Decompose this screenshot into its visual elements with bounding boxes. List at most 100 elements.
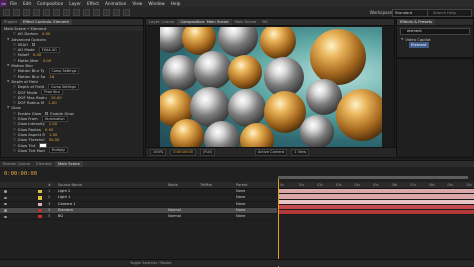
menu-bar: Ae File Edit Composition Layer Effect An… — [0, 0, 474, 7]
ruler-tick-label: 06s — [391, 183, 398, 187]
visibility-eye-icon[interactable] — [4, 202, 7, 206]
current-time-display[interactable]: 0:00:00:00 — [170, 149, 196, 156]
layer-list: 1 Light 2 None 2 Light 1 None 3 Camera 1 None 4 El… — [0, 189, 277, 221]
menu-window[interactable]: Window — [145, 1, 168, 6]
layer-parent[interactable]: None — [236, 189, 245, 194]
visibility-eye-icon[interactable] — [4, 209, 7, 212]
layer-parent[interactable]: None — [236, 214, 245, 219]
layer-name[interactable]: Light 2 — [58, 189, 70, 194]
header-source-name[interactable]: Source Name — [58, 183, 82, 187]
brush-tool-icon[interactable] — [93, 8, 100, 16]
twirl-down-icon[interactable]: ▼ — [7, 79, 9, 84]
menu-edit[interactable]: Edit — [20, 1, 34, 6]
camera-tool-icon[interactable] — [43, 8, 50, 16]
twirl-down-icon[interactable]: ▼ — [7, 37, 9, 42]
tab-main-scene[interactable]: Main Scene — [232, 19, 260, 25]
layer-parent[interactable]: None — [236, 195, 245, 200]
mask-tool-icon[interactable] — [63, 8, 70, 16]
menu-help[interactable]: Help — [168, 1, 184, 6]
stopwatch-icon[interactable]: ◷ — [13, 148, 16, 153]
ruler-tick-label: 02s — [317, 183, 323, 187]
chrome-sphere — [300, 115, 334, 147]
time-ruler[interactable]: 0s 01s 02s 03s 04s 05s 06s 07s 08s 09s 10s — [278, 182, 474, 189]
effect-controls-panel: Project Effect Controls: Element Main Sc… — [0, 18, 144, 158]
layer-number: 5 — [48, 214, 51, 219]
workspace-select[interactable]: Standard — [392, 9, 432, 17]
tab-render-queue[interactable]: Render Queue — [0, 161, 33, 167]
layer-mode[interactable]: Normal — [168, 208, 181, 213]
current-time-indicator[interactable] — [278, 179, 279, 267]
clone-tool-icon[interactable] — [103, 8, 110, 16]
label-color-chip[interactable] — [38, 215, 42, 219]
tab-layer[interactable]: Layer: (none) — [146, 19, 177, 25]
composition-canvas[interactable] — [160, 27, 382, 147]
menu-animation[interactable]: Animation — [102, 1, 129, 6]
layer-mode[interactable]: Normal — [168, 214, 181, 219]
tab-effect-controls[interactable]: Effect Controls: Element — [20, 19, 73, 25]
property-checkbox[interactable] — [45, 111, 49, 115]
visibility-eye-icon[interactable] — [4, 196, 7, 200]
property-dropdown[interactable]: Multiply — [48, 147, 69, 154]
layer-bar[interactable] — [278, 210, 474, 216]
layer-row[interactable]: 5 BG Normal None — [0, 214, 277, 221]
layer-name[interactable]: Light 1 — [58, 195, 70, 200]
menu-file[interactable]: File — [7, 1, 20, 6]
tab-effects-presets[interactable]: Effects & Presets — [397, 19, 436, 25]
rotate-tool-icon[interactable] — [33, 8, 40, 16]
timeline-timecode[interactable]: 0:00:00:00 — [4, 171, 37, 177]
text-tool-icon[interactable] — [83, 8, 90, 16]
layer-parent[interactable]: None — [236, 202, 245, 207]
search-help-input[interactable]: Search Help — [427, 9, 472, 17]
property-value[interactable]: 1.00 — [48, 100, 56, 105]
layer-name[interactable]: Element — [58, 208, 73, 213]
active-camera-select[interactable]: Active Camera — [254, 149, 288, 156]
property-value[interactable]: 50.00 — [49, 137, 60, 142]
property-value[interactable]: 16 — [49, 74, 54, 79]
chrome-sphere — [228, 89, 266, 127]
pen-tool-icon[interactable] — [73, 8, 80, 16]
property-value[interactable]: 0.00 — [43, 58, 51, 63]
selection-tool-icon[interactable] — [3, 8, 10, 16]
magnification-select[interactable]: 100% — [150, 149, 167, 156]
property-checkbox[interactable] — [32, 43, 36, 47]
effects-search-input[interactable]: element — [400, 28, 470, 35]
property-dropdown[interactable]: FXAA AO — [38, 46, 60, 53]
view-layout-select[interactable]: 1 View — [291, 149, 310, 156]
zoom-tool-icon[interactable] — [23, 8, 30, 16]
tab-bg[interactable]: BG — [259, 19, 270, 25]
resolution-select[interactable]: (Full) — [199, 149, 215, 156]
effect-property-row[interactable]: ◷ Glow Tint Mod Multiply — [1, 147, 143, 154]
ruler-tick-label: 04s — [354, 183, 361, 187]
puppet-tool-icon[interactable] — [123, 8, 130, 16]
ruler-tick-label: 01s — [298, 183, 305, 187]
header-number: # — [48, 183, 52, 187]
tab-element[interactable]: Element — [33, 161, 55, 167]
label-color-chip[interactable] — [38, 208, 42, 213]
label-color-chip[interactable] — [38, 196, 42, 200]
menu-layer[interactable]: Layer — [66, 1, 84, 6]
twirl-down-icon[interactable]: ▼ — [7, 105, 9, 110]
layer-name[interactable]: Camera 1 — [58, 202, 76, 207]
twirl-down-icon[interactable]: ▼ — [7, 63, 9, 68]
toggle-switches-modes[interactable]: Toggle Switches / Modes — [130, 261, 171, 265]
visibility-eye-icon[interactable] — [4, 190, 7, 193]
pan-behind-tool-icon[interactable] — [53, 8, 60, 16]
label-color-chip[interactable] — [38, 190, 42, 194]
effect-element-item[interactable]: Element — [409, 42, 429, 48]
tab-project[interactable]: Project — [1, 19, 20, 25]
layer-parent[interactable]: None — [236, 208, 245, 213]
eraser-tool-icon[interactable] — [113, 8, 120, 16]
tab-main-scene-timeline[interactable]: Main Scene — [54, 161, 83, 167]
work-area-bar[interactable] — [278, 176, 468, 179]
tab-composition[interactable]: Composition: Main Scene — [177, 19, 232, 25]
menu-view[interactable]: View — [129, 1, 145, 6]
ruler-tick-label: 05s — [373, 183, 379, 187]
layer-name[interactable]: BG — [58, 214, 63, 219]
twirl-down-icon[interactable]: ▼ — [401, 37, 403, 42]
hand-tool-icon[interactable] — [13, 8, 20, 16]
label-color-chip[interactable] — [38, 202, 42, 206]
viewer-controls: 100% 0:00:00:00 (Full) Active Camera 1 V… — [146, 147, 396, 157]
menu-effect[interactable]: Effect — [84, 1, 102, 6]
menu-composition[interactable]: Composition — [34, 1, 66, 6]
visibility-eye-icon[interactable] — [4, 215, 7, 219]
